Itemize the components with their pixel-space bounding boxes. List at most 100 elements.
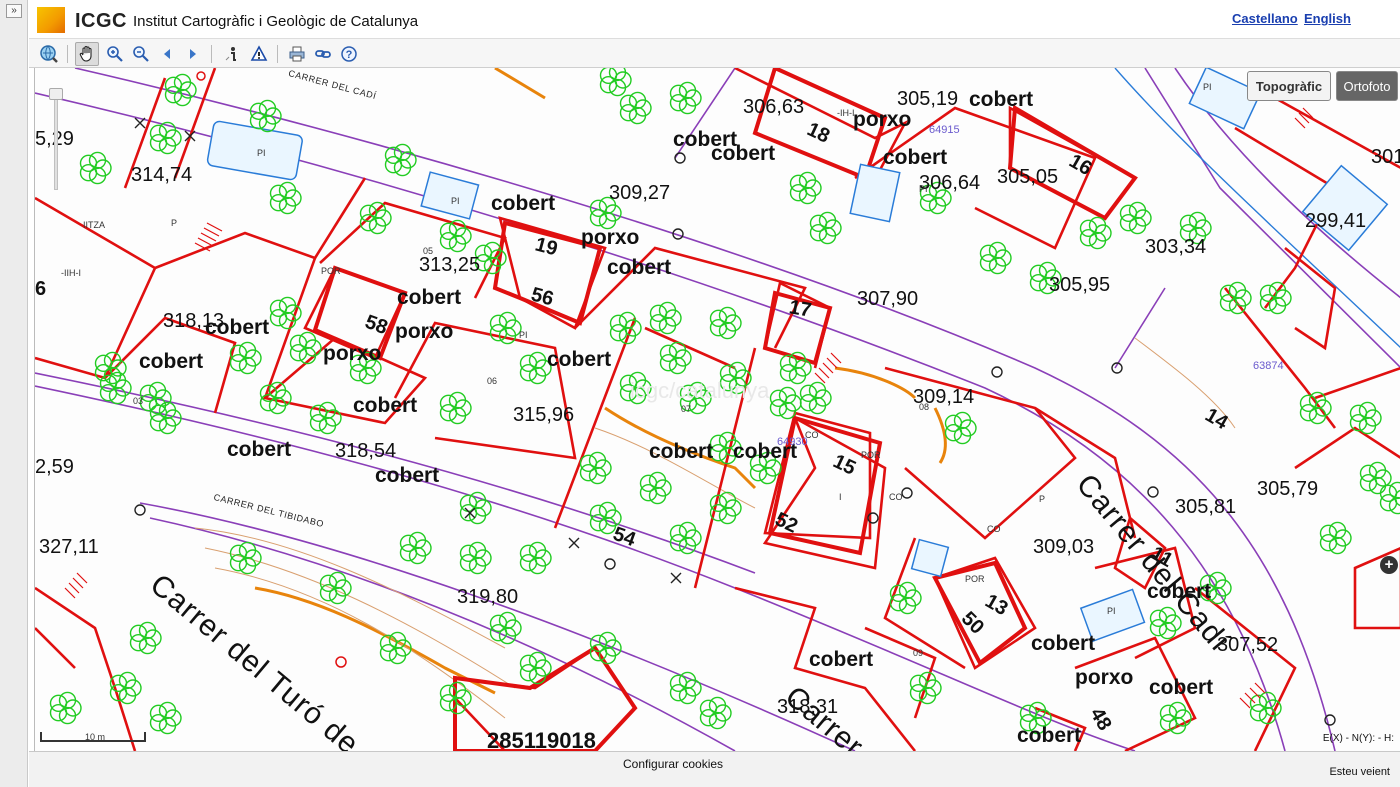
- elevation-label: 299,41: [1305, 210, 1367, 232]
- lang-castellano-link[interactable]: Castellano: [1232, 11, 1298, 26]
- tree-symbol: [269, 181, 302, 215]
- coverage-label: cobert: [1031, 632, 1096, 655]
- coverage-label: porxo: [1075, 666, 1134, 689]
- tree-symbol: [1219, 281, 1252, 315]
- small-code: CO: [987, 524, 1001, 534]
- tree-symbol: [289, 331, 322, 365]
- expand-panel-plus-icon[interactable]: +: [1380, 556, 1398, 574]
- tree-symbol: [1079, 216, 1112, 250]
- app-header: ICGC Institut Cartogràfic i Geològic de …: [29, 0, 1400, 38]
- tree-symbol: [1159, 701, 1192, 735]
- elevation-label: 315,96: [513, 404, 575, 426]
- zoom-slider[interactable]: [49, 88, 63, 192]
- tree-symbol: [519, 541, 552, 575]
- configure-cookies-link[interactable]: Configurar cookies: [623, 757, 723, 771]
- tree-symbol: [579, 451, 612, 485]
- tree-symbol: [439, 391, 472, 425]
- logo-text: ICGC: [75, 10, 127, 32]
- previous-view-icon[interactable]: [155, 42, 179, 66]
- footer-bar: Configurar cookies Esteu veient: [29, 751, 1400, 787]
- elevation-label: 313,25: [419, 254, 481, 276]
- tree-symbol: [1359, 461, 1392, 495]
- elevation-label: 307,52: [1217, 634, 1279, 656]
- coordinates-readout: E(X) - N(Y): - H:: [1322, 733, 1394, 744]
- tree-symbol: [129, 621, 162, 655]
- small-code: 03: [133, 396, 144, 406]
- coverage-label: cobert: [547, 348, 612, 371]
- tree-symbol: [359, 201, 392, 235]
- side-panel-strip: »: [0, 0, 28, 787]
- tree-symbol: [799, 381, 832, 415]
- info-icon[interactable]: [221, 42, 245, 66]
- tree-symbol: [699, 696, 732, 730]
- elevation-label: 305,05: [997, 166, 1059, 188]
- small-code: PI: [1203, 82, 1212, 92]
- elevation-label: 318,31: [777, 696, 839, 718]
- tree-symbol: [599, 68, 632, 97]
- elevation-label: 319,80: [457, 586, 519, 608]
- small-code: CO: [889, 492, 903, 502]
- small-code: PI: [919, 184, 928, 194]
- small-code: -IH-I: [837, 108, 855, 118]
- zoom-thumb[interactable]: [49, 88, 63, 100]
- zoom-track[interactable]: [54, 94, 58, 190]
- tree-symbol: [399, 531, 432, 565]
- help-icon[interactable]: ?: [337, 42, 361, 66]
- tree-symbol: [49, 691, 82, 725]
- coverage-label: cobert: [649, 440, 714, 463]
- elevation-label: 307,90: [857, 288, 919, 310]
- tree-symbol: [439, 219, 472, 253]
- warning-icon[interactable]: [247, 42, 271, 66]
- tree-symbol: [789, 171, 822, 205]
- coverage-label: cobert: [969, 88, 1034, 111]
- zoom-out-icon[interactable]: [129, 42, 153, 66]
- tree-symbol: [139, 381, 172, 415]
- tree-symbol: [669, 521, 702, 555]
- tree-symbol: [459, 541, 492, 575]
- small-code: 09: [913, 648, 924, 658]
- elevation-label: 314,74: [131, 164, 193, 186]
- coverage-label: cobert: [809, 648, 874, 671]
- coverage-label: cobert: [1017, 724, 1082, 747]
- elevation-label: 305,95: [1049, 274, 1111, 296]
- map-view[interactable]: icgc/catalunya Carrer del Cadí Carrer de…: [34, 68, 1400, 751]
- tree-symbol: [94, 351, 127, 385]
- small-code: I: [839, 492, 842, 502]
- tree-symbol: [1259, 281, 1292, 315]
- lang-english-link[interactable]: English: [1304, 11, 1351, 26]
- small-code: POR: [861, 450, 881, 460]
- zoom-in-icon[interactable]: [103, 42, 127, 66]
- tree-symbol: [319, 571, 352, 605]
- coverage-label: cobert: [1147, 580, 1212, 603]
- small-code: CO: [805, 430, 819, 440]
- small-code: 06: [487, 376, 498, 386]
- small-code: POR: [965, 574, 985, 584]
- elevation-label: 305,79: [1257, 478, 1319, 500]
- coverage-label: cobert: [607, 256, 672, 279]
- elevation-label: 309,03: [1033, 536, 1095, 558]
- basemap-ortofoto-button[interactable]: Ortofoto: [1336, 71, 1398, 101]
- parcel-reference: 285119018: [487, 728, 596, 751]
- small-code: POR: [321, 266, 341, 276]
- tree-symbol: [149, 701, 182, 735]
- coverage-label: cobert: [353, 394, 418, 417]
- basemap-topografic-button[interactable]: Topogràfic: [1247, 71, 1331, 101]
- pan-hand-icon[interactable]: [75, 42, 99, 66]
- globe-icon[interactable]: [37, 42, 61, 66]
- small-code: 07: [681, 404, 692, 414]
- tree-symbol: [619, 91, 652, 125]
- coverage-label: porxo: [323, 342, 382, 365]
- parcel-id: 64915: [929, 124, 960, 136]
- tree-symbol: [489, 611, 522, 645]
- elevation-label: 306,64: [919, 172, 981, 194]
- elevation-label: 2,59: [35, 456, 74, 478]
- expand-panel-button[interactable]: »: [6, 4, 22, 18]
- small-code: PI: [257, 148, 266, 158]
- elevation-label: 306,63: [743, 96, 805, 118]
- small-code: -IIH-I: [61, 268, 81, 278]
- tree-symbol: [1319, 521, 1352, 555]
- next-view-icon[interactable]: [181, 42, 205, 66]
- coverage-label: cobert: [711, 142, 776, 165]
- link-icon[interactable]: [311, 42, 335, 66]
- print-icon[interactable]: [285, 42, 309, 66]
